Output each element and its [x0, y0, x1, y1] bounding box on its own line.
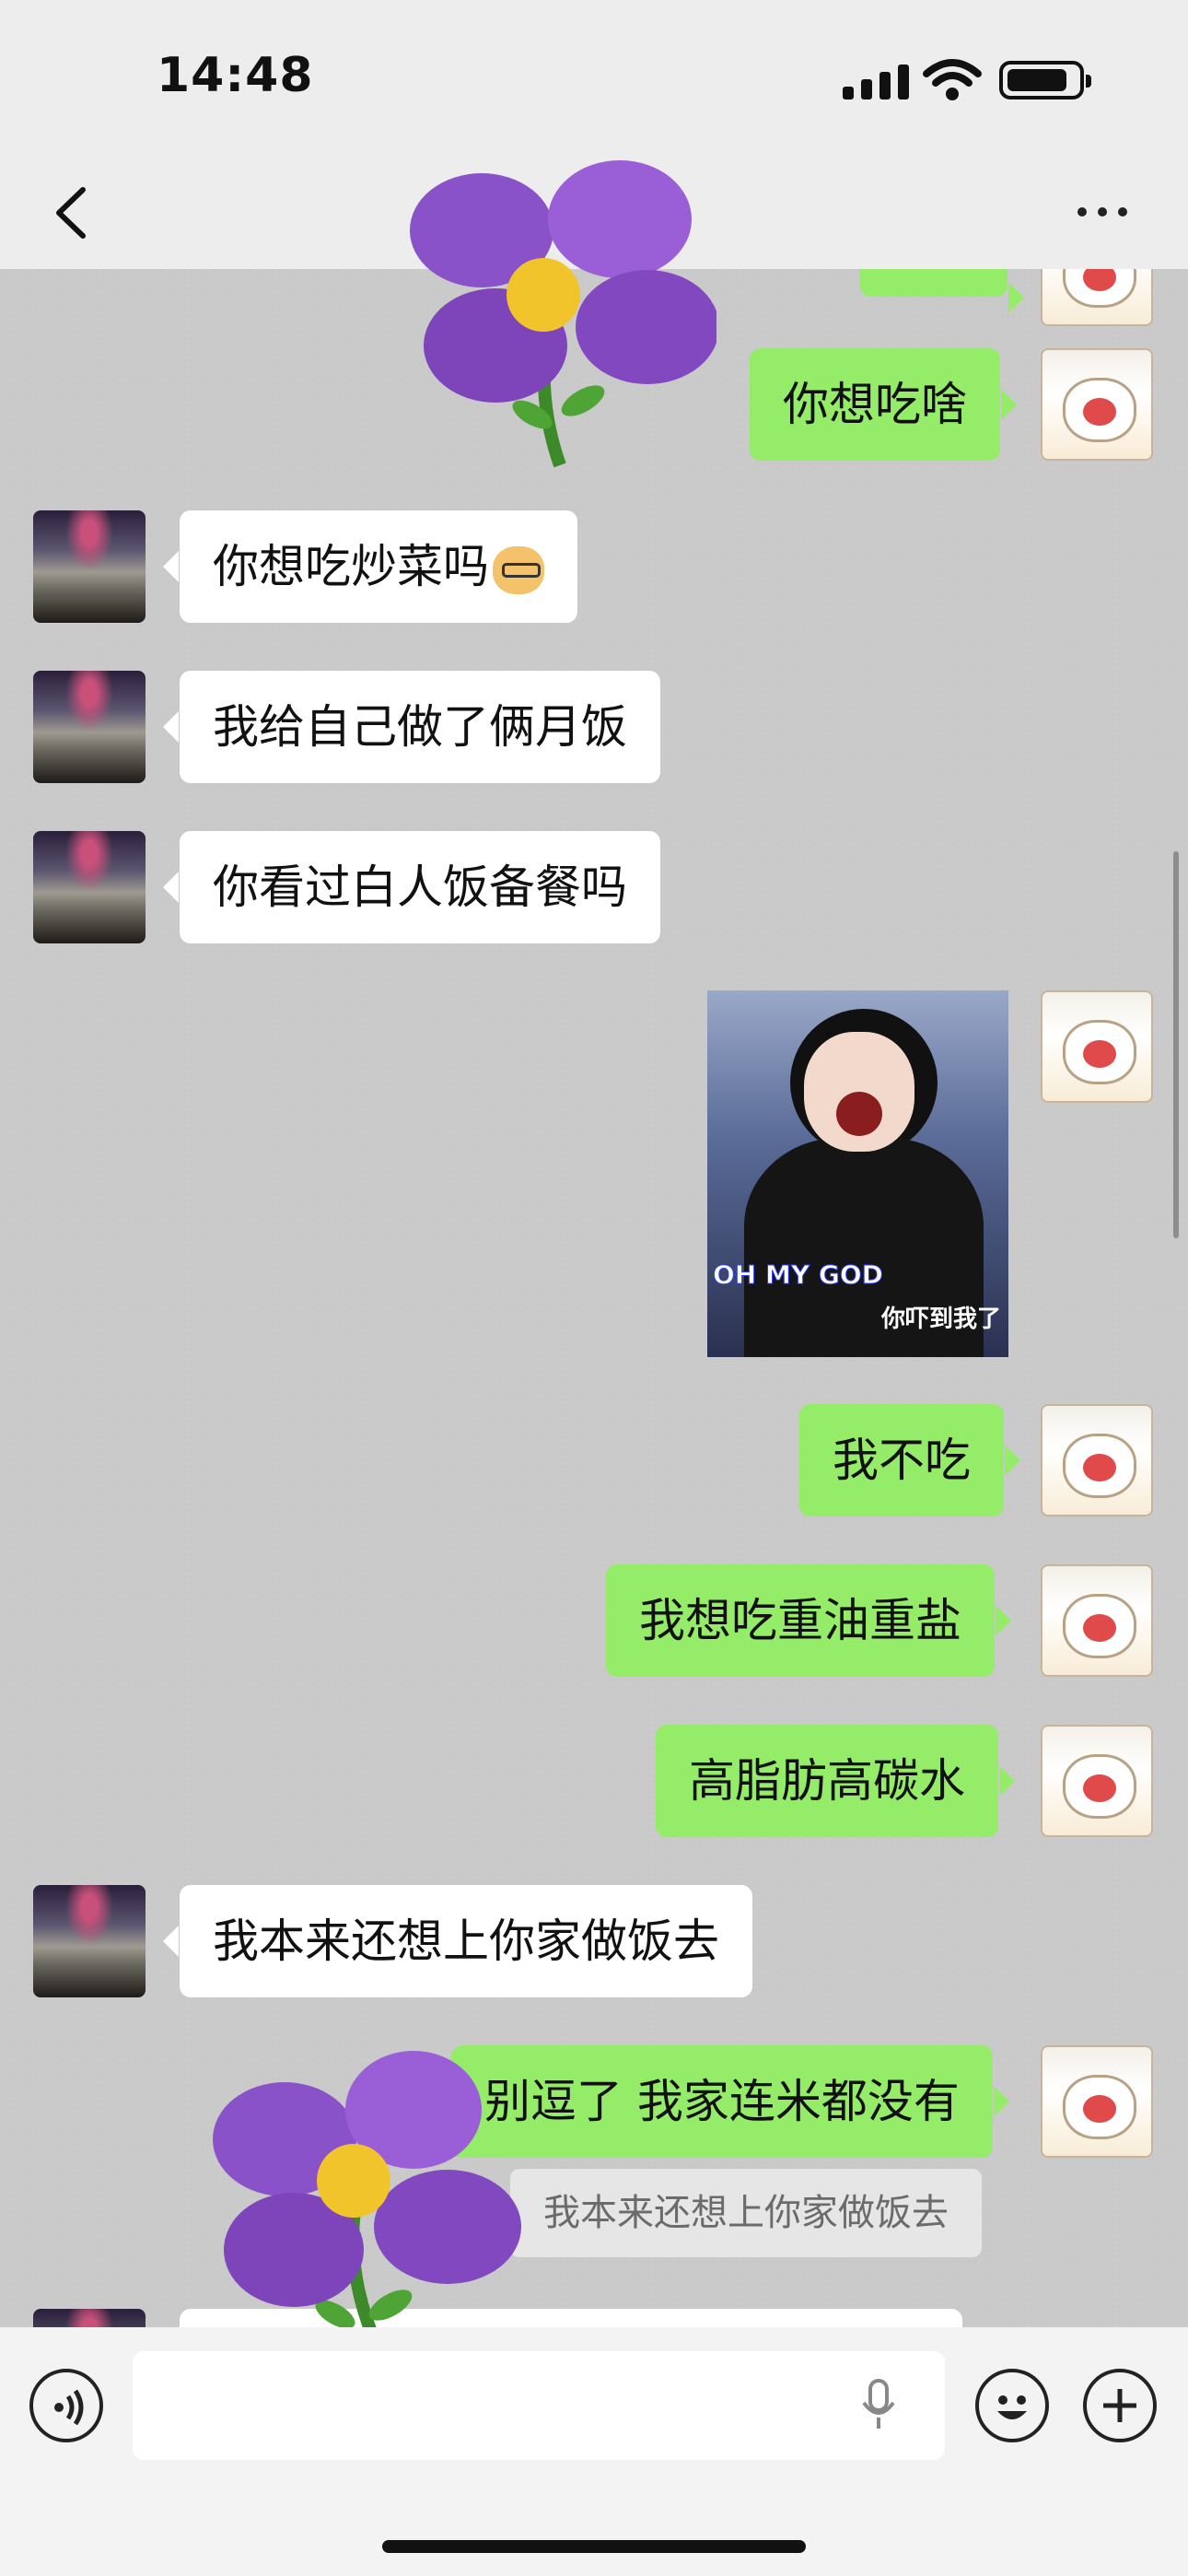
my-avatar[interactable] — [1041, 348, 1153, 461]
quoted-message[interactable]: 我本来还想上你家做饭去 — [510, 2169, 982, 2257]
my-avatar[interactable] — [1041, 2045, 1153, 2158]
purple-flower-sticker-top — [410, 160, 716, 468]
chat-area[interactable]: 你想吃啥 你想吃炒菜吗 我给自己做了俩月饭 你看过白人饭备餐吗 OH MY GO… — [0, 269, 1188, 2327]
wifi-icon — [923, 59, 982, 100]
battery-icon — [999, 61, 1091, 100]
contact-avatar[interactable] — [33, 671, 146, 783]
message-bubble-received[interactable]: 我本来还想上你家做饭去 — [163, 1885, 752, 1997]
message-bubble-received[interactable]: 你想吃炒菜吗 — [163, 510, 577, 623]
status-time: 14:48 — [157, 48, 314, 103]
microphone-icon[interactable] — [860, 2377, 897, 2432]
image-caption-line2: 你吓到我了 — [880, 1306, 1001, 1333]
message-bubble-sent[interactable]: 你想吃啥 — [750, 348, 1017, 461]
back-chevron-icon[interactable] — [41, 181, 105, 245]
message-bubble-sent[interactable] — [860, 269, 1024, 313]
my-avatar[interactable] — [1041, 990, 1153, 1103]
contact-avatar[interactable] — [33, 1885, 146, 1997]
message-bubble-received[interactable]: 你看过白人饭备餐吗 — [163, 831, 660, 943]
message-bubble-sent[interactable]: 高脂肪高碳水 — [656, 1725, 1015, 1837]
more-options-icon[interactable] — [1077, 184, 1151, 240]
home-indicator[interactable] — [382, 2540, 806, 2553]
message-text-input[interactable] — [133, 2351, 945, 2460]
my-avatar[interactable] — [1041, 1404, 1153, 1516]
message-bubble-received[interactable]: 我给自己做了俩月饭 — [163, 671, 660, 783]
purple-flower-sticker-bottom — [213, 2051, 521, 2359]
message-text: 你想吃炒菜吗 — [213, 540, 489, 593]
message-bubble-sent[interactable]: 别逗了 我家连米都没有 — [451, 2045, 1009, 2158]
my-avatar[interactable] — [1041, 1725, 1153, 1837]
my-avatar[interactable] — [1041, 269, 1153, 326]
status-bar: 14:48 — [0, 0, 1188, 157]
emoji-icon[interactable] — [975, 2369, 1049, 2442]
message-bubble-sent[interactable]: 我想吃重油重盐 — [606, 1564, 1011, 1677]
contact-avatar[interactable] — [33, 510, 146, 623]
contact-avatar[interactable] — [33, 831, 146, 943]
add-attachment-icon[interactable] — [1083, 2369, 1157, 2442]
my-avatar[interactable] — [1041, 1564, 1153, 1677]
signal-icon — [843, 64, 909, 100]
image-caption-line1: OH MY GOD — [713, 1259, 884, 1291]
image-message[interactable]: OH MY GOD 你吓到我了 — [707, 990, 1008, 1357]
doge-emoji-icon — [493, 545, 544, 594]
message-bubble-sent[interactable]: 我不吃 — [799, 1404, 1020, 1516]
chat-scrollbar[interactable] — [1173, 851, 1179, 1238]
voice-mode-icon[interactable] — [29, 2369, 103, 2442]
contact-avatar[interactable] — [33, 2309, 146, 2327]
